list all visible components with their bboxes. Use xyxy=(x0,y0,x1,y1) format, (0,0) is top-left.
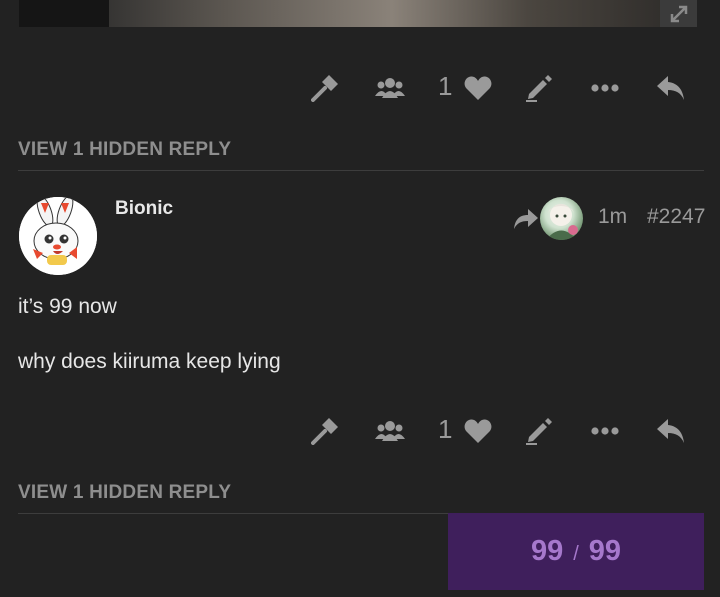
edit-pencil-icon xyxy=(526,418,552,445)
admin-wrench-icon xyxy=(311,75,338,102)
post-divider xyxy=(18,170,704,171)
heart-icon xyxy=(464,419,492,443)
expand-icon xyxy=(670,5,687,22)
admin-button[interactable] xyxy=(310,416,340,446)
group-button[interactable] xyxy=(375,73,405,103)
progress-total: 99 xyxy=(588,535,622,567)
group-icon xyxy=(375,421,405,441)
expand-image-button[interactable] xyxy=(660,0,697,27)
like-count[interactable]: 1 xyxy=(438,414,452,445)
like-button[interactable] xyxy=(463,73,493,103)
progress-separator: / xyxy=(573,543,579,565)
scorbunny-avatar-icon xyxy=(19,197,97,275)
post-number[interactable]: #2247 xyxy=(647,205,705,229)
view-hidden-reply-link[interactable]: VIEW 1 HIDDEN REPLY xyxy=(18,139,231,161)
group-icon xyxy=(375,78,405,98)
more-button[interactable] xyxy=(590,73,620,103)
reply-button[interactable] xyxy=(656,73,686,103)
edit-pencil-icon xyxy=(526,75,552,102)
view-hidden-reply-link[interactable]: VIEW 1 HIDDEN REPLY xyxy=(18,482,231,504)
more-ellipsis-icon xyxy=(591,84,619,92)
reply-arrow-icon xyxy=(657,419,684,443)
edit-button[interactable] xyxy=(524,73,554,103)
username[interactable]: Bionic xyxy=(115,198,173,220)
post-actions: 1 xyxy=(0,408,720,454)
admin-wrench-icon xyxy=(311,418,338,445)
post-body-line: it’s 99 now xyxy=(18,295,117,318)
like-button[interactable] xyxy=(463,416,493,446)
reply-button[interactable] xyxy=(656,416,686,446)
post-actions-top: 1 xyxy=(0,65,720,111)
edit-button[interactable] xyxy=(524,416,554,446)
like-count[interactable]: 1 xyxy=(438,71,452,102)
group-button[interactable] xyxy=(375,416,405,446)
reply-to-avatar[interactable] xyxy=(540,197,583,240)
share-reply-arrow-icon[interactable] xyxy=(513,207,539,231)
post-body-line: why does kiiruma keep lying xyxy=(18,350,281,373)
topic-progress[interactable]: 99 / 99 xyxy=(448,513,704,590)
avatar[interactable] xyxy=(19,197,97,275)
heart-icon xyxy=(464,76,492,100)
post-image[interactable] xyxy=(19,0,697,27)
reply-arrow-icon xyxy=(657,76,684,100)
more-ellipsis-icon xyxy=(591,427,619,435)
reply-to-avatar-image-icon xyxy=(546,204,578,240)
post-age[interactable]: 1m xyxy=(598,205,627,229)
more-button[interactable] xyxy=(590,416,620,446)
progress-current: 99 xyxy=(530,535,564,567)
admin-button[interactable] xyxy=(310,73,340,103)
